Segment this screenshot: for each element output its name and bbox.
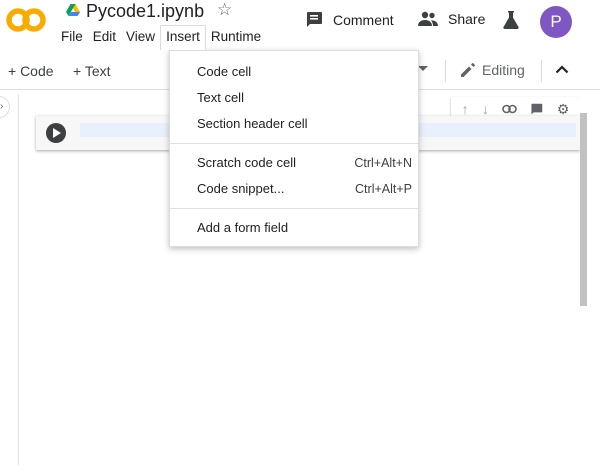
menu-runtime[interactable]: Runtime (206, 27, 266, 49)
people-icon (418, 11, 438, 26)
notebook-title[interactable]: Pycode1.ipynb (86, 0, 204, 22)
comment-icon[interactable] (530, 103, 543, 116)
scrollbar-thumb[interactable] (580, 113, 587, 306)
insert-menu: Code cell Text cell Section header cell … (169, 50, 419, 247)
menu-divider (170, 208, 418, 209)
chevron-down-icon[interactable] (418, 66, 428, 71)
link-icon[interactable] (502, 104, 518, 114)
menu-item-shortcut: Ctrl+Alt+P (355, 182, 412, 196)
pencil-icon (461, 63, 475, 77)
menu-view[interactable]: View (121, 27, 160, 49)
comment-label: Comment (333, 12, 394, 28)
flask-icon[interactable] (503, 11, 519, 29)
menu-item-text-cell[interactable]: Text cell (170, 85, 418, 111)
editing-label: Editing (482, 62, 525, 78)
editing-mode-button[interactable]: Editing (460, 62, 525, 78)
menu-divider (170, 143, 418, 144)
add-text-button[interactable]: + Text (73, 62, 111, 80)
menu-item-code-snippet[interactable]: Code snippet... Ctrl+Alt+P (170, 176, 418, 202)
menu-insert[interactable]: Insert (160, 25, 206, 50)
arrow-up-icon[interactable]: ↑ (462, 102, 469, 116)
colab-logo-icon[interactable] (6, 6, 46, 34)
toolbar-divider (445, 60, 446, 82)
menu-item-label: Code snippet... (197, 181, 285, 196)
share-label: Share (448, 11, 486, 27)
menu-item-code-cell[interactable]: Code cell (170, 59, 418, 85)
menu-item-add-form-field[interactable]: Add a form field (170, 215, 418, 241)
share-button[interactable]: Share (418, 11, 485, 27)
menu-file[interactable]: File (56, 27, 88, 49)
chevron-up-icon[interactable] (555, 64, 569, 74)
chevron-right-icon: › (0, 101, 4, 112)
comment-button[interactable]: Comment (305, 11, 394, 29)
menu-item-label: Section header cell (197, 116, 308, 131)
menu-item-scratch-code-cell[interactable]: Scratch code cell Ctrl+Alt+N (170, 150, 418, 176)
menu-bar: File Edit View Insert Runtime (56, 25, 266, 50)
gear-icon[interactable]: ⚙ (557, 102, 570, 116)
sidebar-toggle[interactable]: › (0, 96, 10, 118)
menu-item-label: Text cell (197, 90, 244, 105)
avatar[interactable]: P (540, 6, 572, 38)
menu-item-label: Scratch code cell (197, 155, 296, 170)
menu-item-shortcut: Ctrl+Alt+N (354, 156, 412, 170)
menu-edit[interactable]: Edit (88, 27, 121, 49)
menu-item-label: Add a form field (197, 220, 289, 235)
menu-item-section-header-cell[interactable]: Section header cell (170, 111, 418, 137)
arrow-down-icon[interactable]: ↓ (482, 102, 489, 116)
star-icon[interactable]: ☆ (217, 0, 232, 20)
menu-item-label: Code cell (197, 64, 252, 79)
google-drive-icon (66, 4, 80, 16)
play-icon[interactable] (46, 123, 66, 143)
comment-icon (307, 12, 322, 27)
toolbar-divider (541, 60, 542, 82)
add-code-button[interactable]: + Code (8, 62, 54, 80)
colab-window: Pycode1.ipynb ☆ File Edit View Insert Ru… (0, 0, 600, 465)
